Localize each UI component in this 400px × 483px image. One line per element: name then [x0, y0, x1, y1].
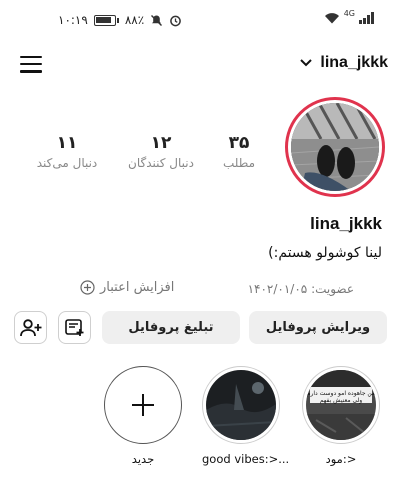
add-user-button[interactable]	[14, 311, 47, 344]
profile-username: lina_jkkk	[310, 214, 382, 233]
add-post-icon	[64, 318, 83, 336]
followers-count: ۱۲	[150, 133, 172, 153]
highlight-mood[interactable]: من جاهوده امو دوست دارم ولی معنیش بفهم م…	[302, 366, 380, 466]
profile-bio: لینا کوشولو هستم:)	[268, 245, 382, 261]
wifi-icon	[324, 13, 339, 24]
highlight-label: good vibes:>...	[202, 452, 290, 466]
highlight-label: جدید	[131, 452, 155, 466]
stat-followers[interactable]: ۱۲ دنبال کنندگان	[120, 133, 202, 170]
highlight-good-vibes[interactable]: good vibes:>...	[202, 366, 290, 466]
highlight-label: مود:>	[325, 452, 357, 466]
posts-label: مطلب	[222, 156, 256, 170]
highlight-photo	[206, 370, 276, 440]
followers-label: دنبال کنندگان	[128, 156, 194, 170]
edit-profile-button[interactable]: ویرایش پروفایل	[249, 311, 387, 344]
increase-credit-link[interactable]: افزایش اعتبار	[80, 280, 174, 295]
avatar[interactable]	[285, 97, 385, 197]
following-label: دنبال می‌کند	[36, 156, 98, 170]
highlight-image	[206, 370, 276, 440]
highlight-circle	[202, 366, 280, 444]
add-post-button[interactable]	[58, 311, 91, 344]
avatar-image	[291, 103, 379, 191]
stat-posts[interactable]: ۳۵ مطلب	[218, 133, 260, 170]
avatar-photo	[291, 103, 379, 191]
header-username: lina_jkkk	[320, 54, 388, 71]
plus-circle-icon	[80, 280, 95, 295]
network-type: 4G	[343, 9, 355, 18]
hamburger-menu-icon[interactable]	[20, 56, 42, 74]
promote-profile-button[interactable]: تبلیغ پروفایل	[102, 311, 240, 344]
mute-icon	[151, 14, 163, 26]
chevron-down-icon	[300, 59, 313, 67]
join-date: عضویت: ۱۴۰۲/۰۱/۰۵	[247, 282, 354, 296]
status-left: ۱۰:۱۹ ۸۸٪	[58, 13, 182, 27]
highlight-image: من جاهوده امو دوست دارم ولی معنیش بفهم	[306, 370, 376, 440]
account-switcher[interactable]: lina_jkkk	[300, 54, 388, 72]
stat-following[interactable]: ۱۱ دنبال می‌کند	[28, 133, 106, 170]
highlight-new-circle	[104, 366, 182, 444]
battery-cap	[116, 17, 119, 23]
highlight-circle: من جاهوده امو دوست دارم ولی معنیش بفهم	[302, 366, 380, 444]
alarm-icon	[170, 15, 182, 26]
highlight-image-text: من جاهوده امو دوست دارم ولی معنیش بفهم	[306, 390, 376, 404]
status-bar: ۱۰:۱۹ ۸۸٪ 4G	[0, 0, 400, 40]
status-right: 4G	[324, 9, 374, 24]
top-nav: lina_jkkk	[0, 50, 400, 80]
highlight-new[interactable]: جدید	[104, 366, 182, 466]
highlight-photo	[306, 370, 376, 440]
add-user-icon	[19, 318, 41, 336]
signal-icon	[359, 12, 374, 24]
credit-label: افزایش اعتبار	[100, 280, 175, 295]
following-count: ۱۱	[56, 133, 78, 153]
battery-percent: ۸۸٪	[124, 13, 145, 27]
clock: ۱۰:۱۹	[58, 13, 88, 27]
plus-icon	[132, 394, 154, 416]
posts-count: ۳۵	[228, 133, 250, 153]
battery-icon	[93, 14, 116, 26]
